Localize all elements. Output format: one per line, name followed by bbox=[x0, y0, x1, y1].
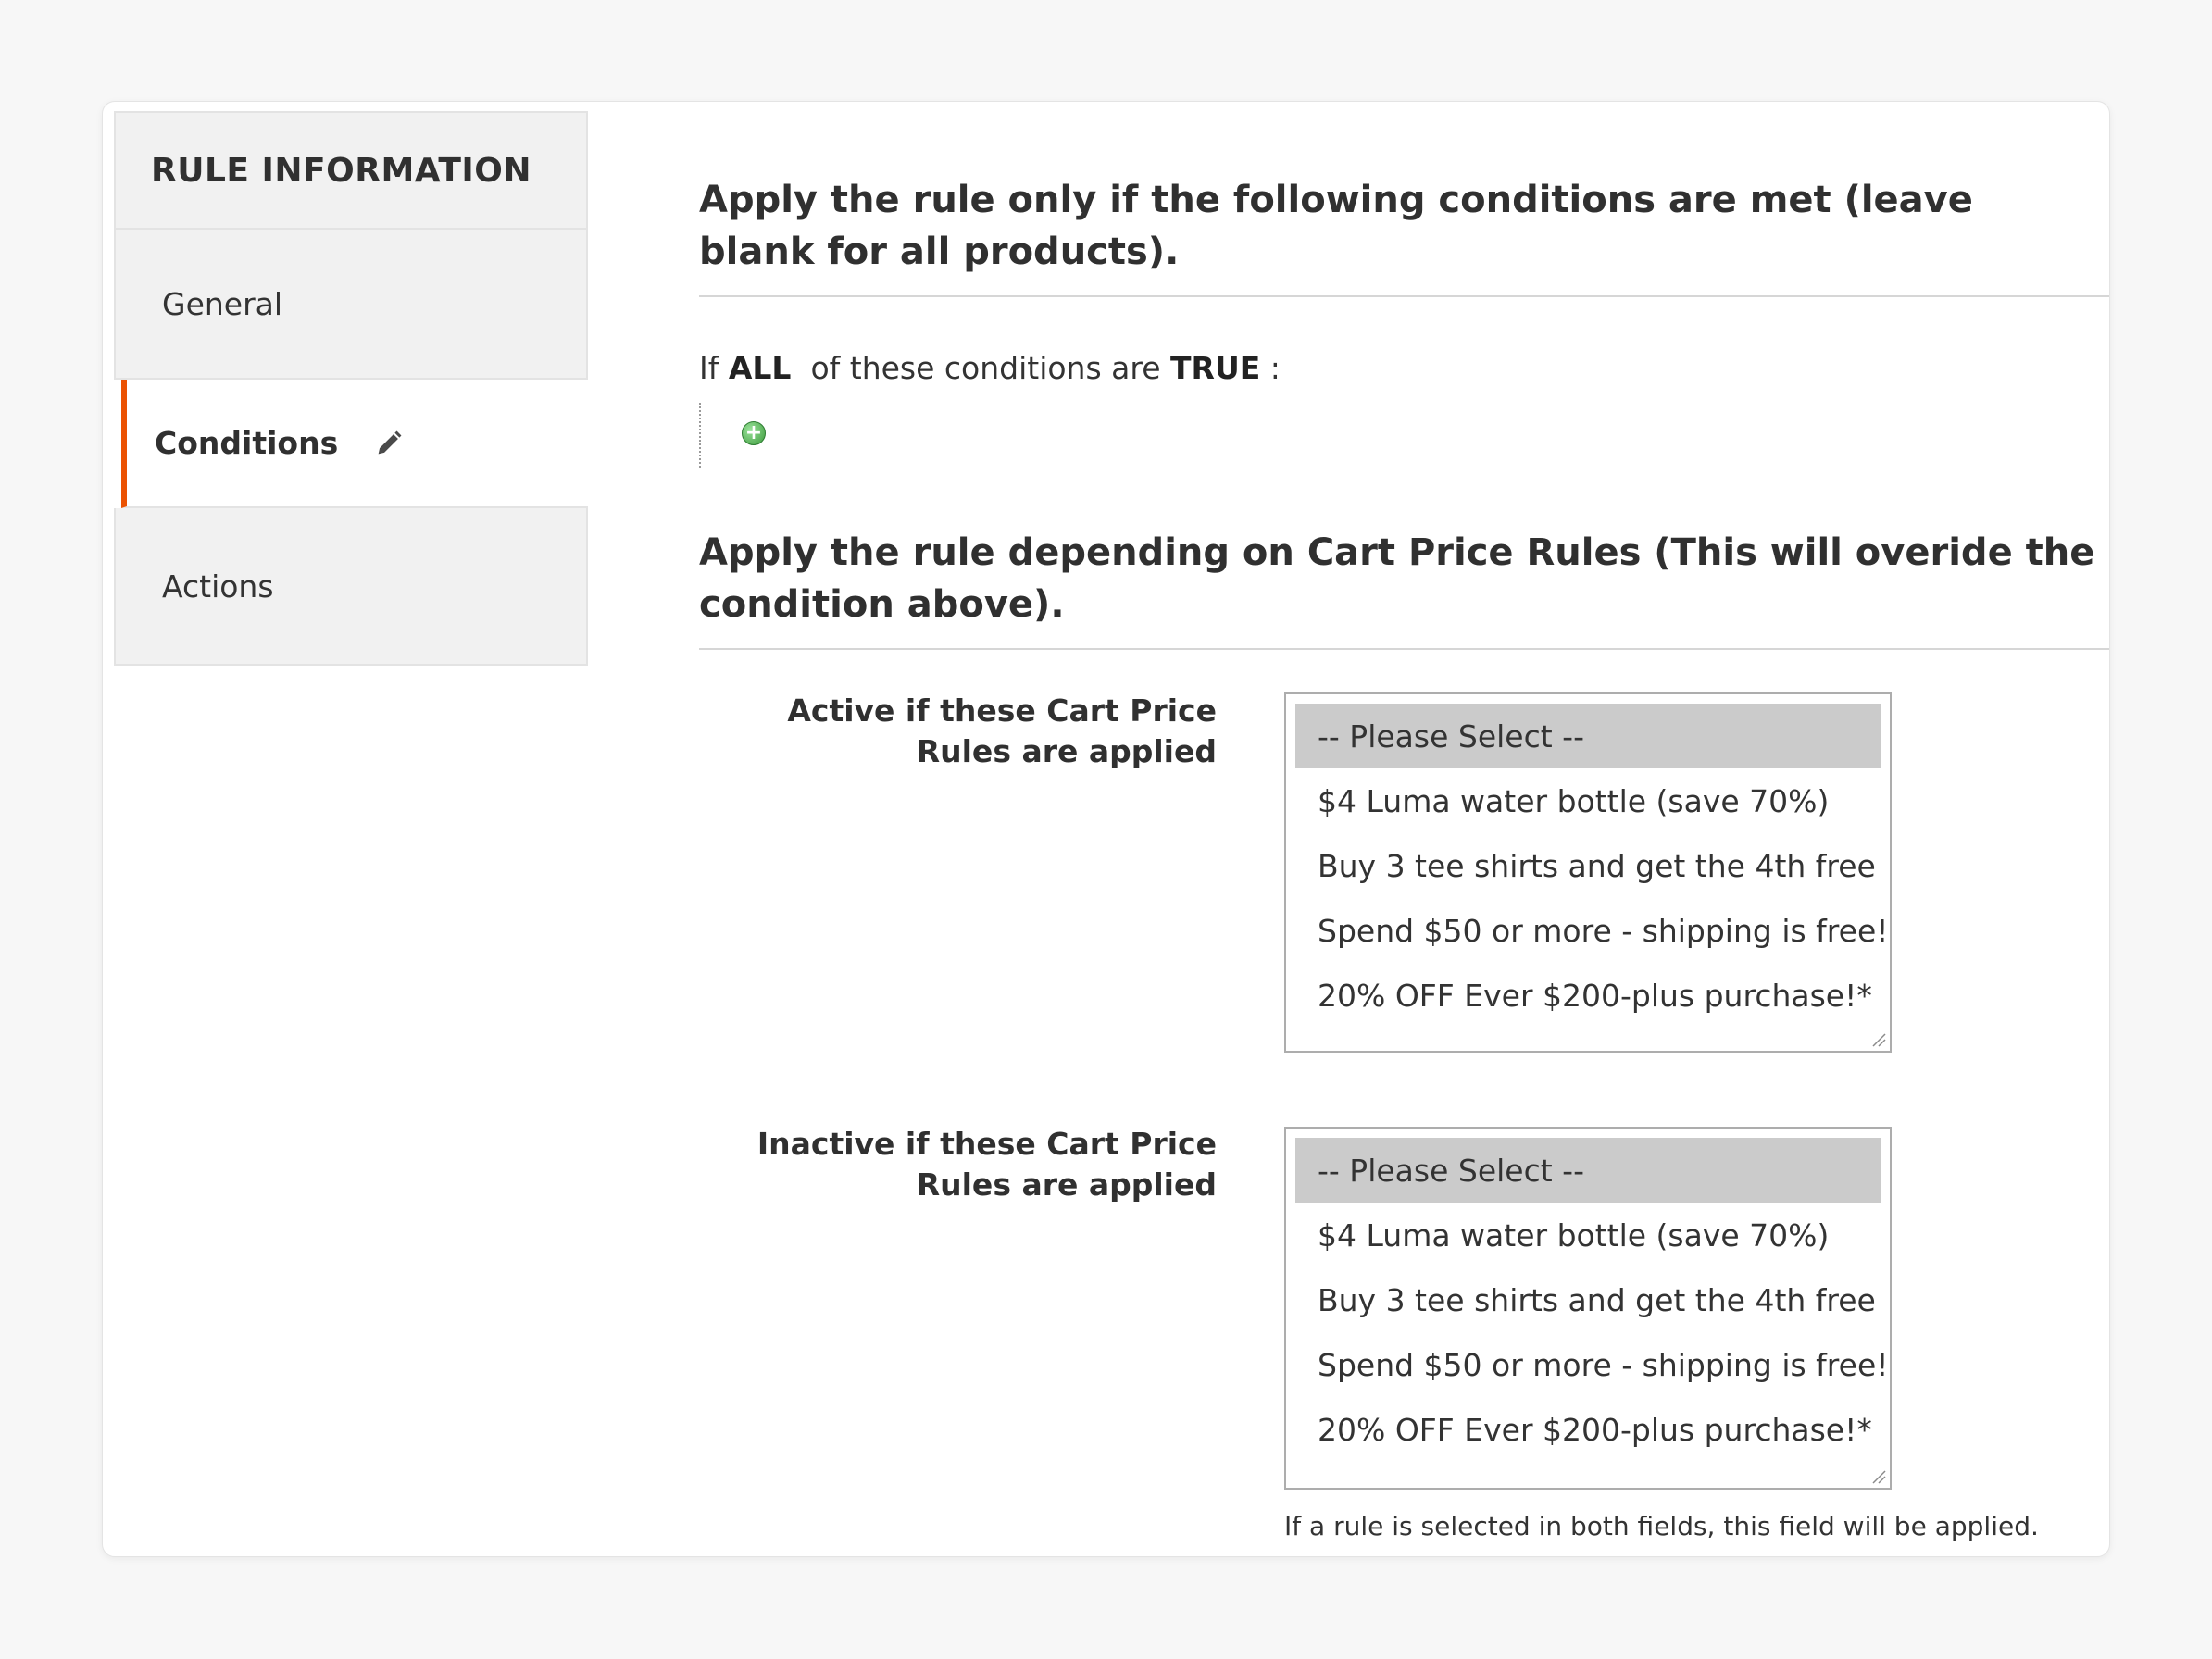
inactive-rules-label: Inactive if these Cart Price Rules are a… bbox=[756, 1126, 1217, 1203]
condition-suffix: : bbox=[1269, 350, 1281, 386]
option-please-select[interactable]: -- Please Select -- bbox=[1295, 1138, 1881, 1203]
field-note: If a rule is selected in both fields, th… bbox=[1284, 1511, 2039, 1541]
pencil-icon bbox=[373, 428, 405, 459]
condition-middle: of these conditions are bbox=[810, 350, 1161, 386]
sidebar-header: RULE INFORMATION bbox=[114, 111, 588, 230]
sidebar-item-label: Conditions bbox=[155, 425, 339, 461]
sidebar-item-label: Actions bbox=[162, 568, 274, 605]
option-luma-water-bottle[interactable]: $4 Luma water bottle (save 70%) bbox=[1295, 768, 1881, 833]
option-luma-water-bottle[interactable]: $4 Luma water bottle (save 70%) bbox=[1295, 1203, 1881, 1267]
option-tee-shirts[interactable]: Buy 3 tee shirts and get the 4th free bbox=[1295, 1267, 1881, 1332]
option-free-shipping[interactable]: Spend $50 or more - shipping is free! bbox=[1295, 898, 1888, 963]
condition-prefix: If bbox=[699, 350, 719, 386]
conditions-aggregator-line: If ALL of these conditions are TRUE : bbox=[699, 350, 1281, 386]
resize-grip-icon[interactable] bbox=[1869, 1467, 1886, 1484]
add-circle-icon[interactable]: + bbox=[742, 421, 766, 445]
sidebar-item-label: General bbox=[162, 285, 283, 322]
option-20-percent-off[interactable]: 20% OFF Ever $200-plus purchase!* bbox=[1295, 963, 1881, 1028]
cart-rules-section-title: Apply the rule depending on Cart Price R… bbox=[699, 531, 2095, 626]
sidebar-item-conditions[interactable]: Conditions bbox=[121, 380, 588, 508]
option-tee-shirts[interactable]: Buy 3 tee shirts and get the 4th free bbox=[1295, 833, 1881, 898]
option-please-select[interactable]: -- Please Select -- bbox=[1295, 704, 1881, 768]
inactive-rules-multiselect[interactable]: -- Please Select -- $4 Luma water bottle… bbox=[1284, 1127, 1892, 1490]
active-rules-label: Active if these Cart Price Rules are app… bbox=[787, 692, 1217, 769]
value-toggle[interactable]: TRUE bbox=[1170, 350, 1260, 386]
section-divider bbox=[699, 648, 2109, 650]
option-20-percent-off[interactable]: 20% OFF Ever $200-plus purchase!* bbox=[1295, 1397, 1881, 1462]
conditions-section-title: Apply the rule only if the following con… bbox=[699, 179, 1973, 273]
resize-grip-icon[interactable] bbox=[1869, 1030, 1886, 1047]
aggregator-toggle[interactable]: ALL bbox=[729, 350, 792, 386]
active-rules-multiselect[interactable]: -- Please Select -- $4 Luma water bottle… bbox=[1284, 692, 1892, 1053]
sidebar: RULE INFORMATION General Conditions Acti… bbox=[114, 111, 588, 666]
sidebar-item-actions[interactable]: Actions bbox=[114, 508, 588, 666]
condition-tree-line bbox=[699, 403, 701, 468]
section-divider bbox=[699, 295, 2109, 297]
sidebar-item-general[interactable]: General bbox=[114, 230, 588, 380]
rule-information-panel: RULE INFORMATION General Conditions Acti… bbox=[102, 101, 2110, 1557]
option-free-shipping[interactable]: Spend $50 or more - shipping is free! bbox=[1295, 1332, 1888, 1397]
